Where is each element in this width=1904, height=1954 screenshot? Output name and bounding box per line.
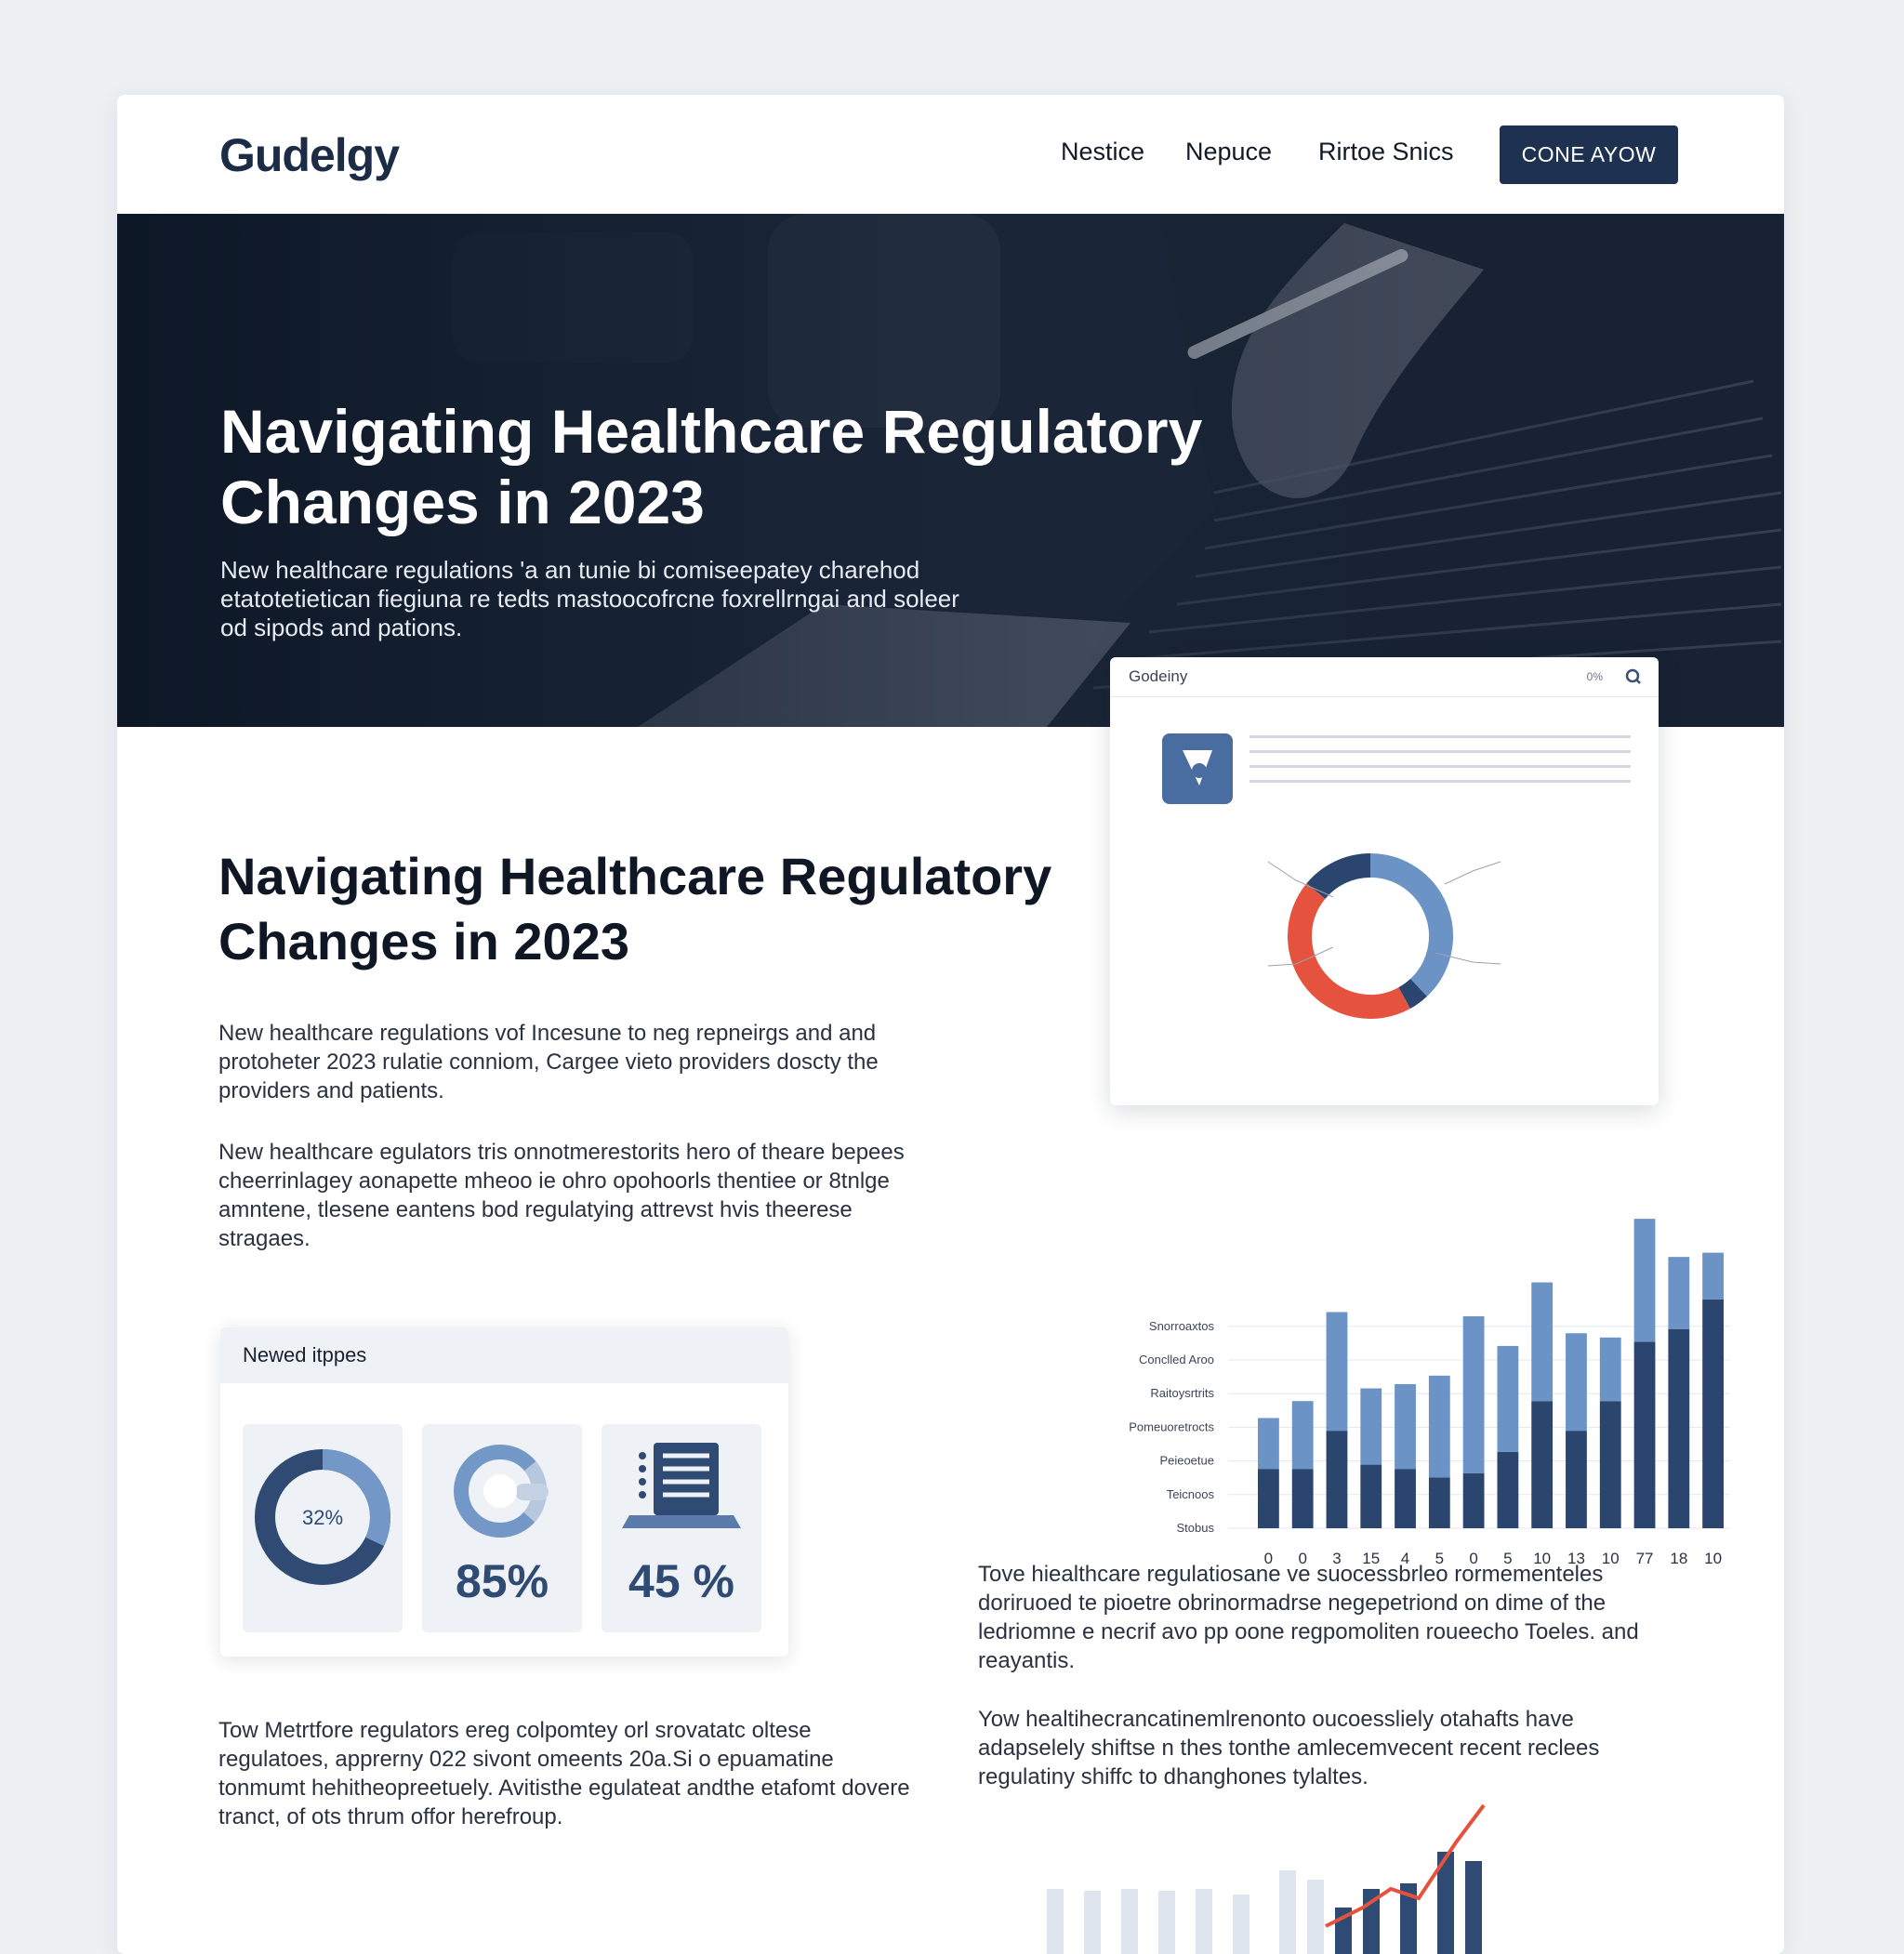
article-paragraph-2: New healthcare egulators tris onnotmeres… bbox=[218, 1140, 905, 1251]
stat-tile-3: 45 % bbox=[602, 1424, 761, 1632]
bar-segment-top bbox=[1497, 1345, 1519, 1452]
stat-tile-1: 32% bbox=[243, 1424, 403, 1632]
y-tick-label: Pomeuoretrocts bbox=[1129, 1419, 1214, 1433]
bar-segment-base bbox=[1326, 1431, 1348, 1528]
nav-item-1[interactable]: Nestice bbox=[1061, 138, 1144, 166]
hero-banner: Navigating Healthcare Regulatory Changes… bbox=[117, 214, 1784, 727]
donut-leader-line-3 bbox=[1444, 861, 1501, 885]
bar-segment-base bbox=[1360, 1464, 1382, 1528]
bar-segment-base bbox=[1257, 1469, 1279, 1528]
donut-slice-4 bbox=[1306, 853, 1371, 900]
bar-segment-base bbox=[1462, 1472, 1485, 1528]
x-tick-label: 10 bbox=[1704, 1550, 1722, 1567]
stat-value-2: 85% bbox=[455, 1555, 549, 1607]
top-navigation: Gudelgy Nestice Nepuce Rirtoe Snics CONE… bbox=[117, 95, 1784, 214]
article-paragraph-5: Yow healtihecrancatinemlrenonto oucoessl… bbox=[978, 1707, 1600, 1789]
hero-subtitle: New healthcare regulations 'a an tunie b… bbox=[220, 556, 959, 641]
donut-slice-3 bbox=[1288, 883, 1410, 1019]
bar-segment-base bbox=[1702, 1299, 1725, 1528]
bar-segment-top bbox=[1291, 1401, 1314, 1470]
bar-segment-top bbox=[1360, 1388, 1382, 1465]
bar-segment-top bbox=[1668, 1257, 1690, 1329]
y-tick-label: Stobus bbox=[1177, 1521, 1215, 1535]
dashboard-header: Godeiny 0% bbox=[1110, 657, 1659, 697]
y-tick-label: Peieoetue bbox=[1159, 1454, 1214, 1468]
y-tick-label: Teicnoos bbox=[1167, 1487, 1215, 1501]
hero-title: Navigating Healthcare Regulatory Changes… bbox=[220, 397, 1203, 536]
bar-segment-top bbox=[1428, 1375, 1450, 1478]
bar-segment-base bbox=[1291, 1469, 1314, 1528]
stats-card-title: Newed itppes bbox=[220, 1327, 788, 1383]
bar-segment-top bbox=[1257, 1418, 1279, 1470]
gauge-icon bbox=[454, 1445, 549, 1538]
nav-item-3[interactable]: Rirtoe Snics bbox=[1318, 138, 1454, 166]
bar-segment-top bbox=[1326, 1312, 1348, 1432]
brand-logo[interactable]: Gudelgy bbox=[219, 128, 400, 182]
article-paragraph-1: New healthcare regulations vof Incesune … bbox=[218, 1021, 879, 1103]
bar-segment-top bbox=[1599, 1337, 1621, 1402]
bar-chart: Stobus Teicnoos Peieoetue Pomeuoretrocts Rai… bbox=[1005, 1182, 1739, 1591]
bar-segment-top bbox=[1462, 1316, 1485, 1473]
bar-segment-base bbox=[1395, 1469, 1416, 1528]
article-paragraph-3: Tow Metrtfore regulators ereg colpomtey … bbox=[218, 1718, 910, 1829]
stat-tile-2: 85% bbox=[422, 1424, 582, 1632]
search-icon[interactable] bbox=[1625, 668, 1642, 685]
stat-value-3: 45 % bbox=[628, 1555, 734, 1607]
bar-chart-svg: Stobus Teicnoos Peieoetue Pomeuoretrocts Rai… bbox=[1129, 1219, 1730, 1567]
stat-donut: 32% bbox=[255, 1449, 390, 1585]
dashboard-title: Godeiny bbox=[1129, 667, 1188, 685]
bar-segment-base bbox=[1633, 1341, 1656, 1528]
dashboard-card: Godeiny 0% bbox=[1110, 657, 1659, 1105]
bar-segment-top bbox=[1395, 1383, 1416, 1470]
bar-segment-top bbox=[1566, 1333, 1587, 1432]
bar-segment-base bbox=[1428, 1477, 1450, 1528]
page: Gudelgy Nestice Nepuce Rirtoe Snics CONE… bbox=[117, 95, 1784, 1954]
stat-value-1: 32% bbox=[302, 1506, 343, 1529]
bar-segment-top bbox=[1633, 1219, 1656, 1342]
donut-slice-2 bbox=[1398, 978, 1427, 1009]
document-list-icon bbox=[622, 1443, 741, 1528]
bar-segment-base bbox=[1497, 1451, 1519, 1528]
y-tick-label: Raitoysrtrits bbox=[1150, 1386, 1214, 1400]
y-tick-label: Conclled Aroo bbox=[1139, 1353, 1214, 1366]
cta-button[interactable]: CONE AYOW bbox=[1500, 125, 1678, 184]
stats-card: Newed itppes 32% 85% 45 % bbox=[220, 1327, 788, 1657]
bar-segment-top bbox=[1702, 1252, 1725, 1300]
dashboard-description bbox=[1250, 735, 1631, 795]
trend-chart-preview bbox=[1047, 1803, 1486, 1954]
bar-segment-base bbox=[1531, 1401, 1554, 1528]
article-title: Navigating Healthcare Regulatory Changes… bbox=[218, 847, 1052, 970]
bar-segment-base bbox=[1566, 1431, 1587, 1528]
bar-segment-base bbox=[1668, 1328, 1690, 1528]
article-paragraph-4: Tove hiealthcare regulatiosane ve suoces… bbox=[978, 1562, 1639, 1673]
donut-chart bbox=[1267, 853, 1501, 1019]
bar-segment-base bbox=[1599, 1401, 1621, 1528]
dashboard-header-meta: 0% bbox=[1586, 670, 1603, 683]
shield-icon bbox=[1162, 733, 1233, 804]
nav-item-2[interactable]: Nepuce bbox=[1185, 138, 1272, 166]
y-tick-label: Snorroaxtos bbox=[1149, 1319, 1215, 1333]
donut-slice-1 bbox=[1369, 853, 1453, 997]
bar-segment-top bbox=[1531, 1282, 1554, 1402]
